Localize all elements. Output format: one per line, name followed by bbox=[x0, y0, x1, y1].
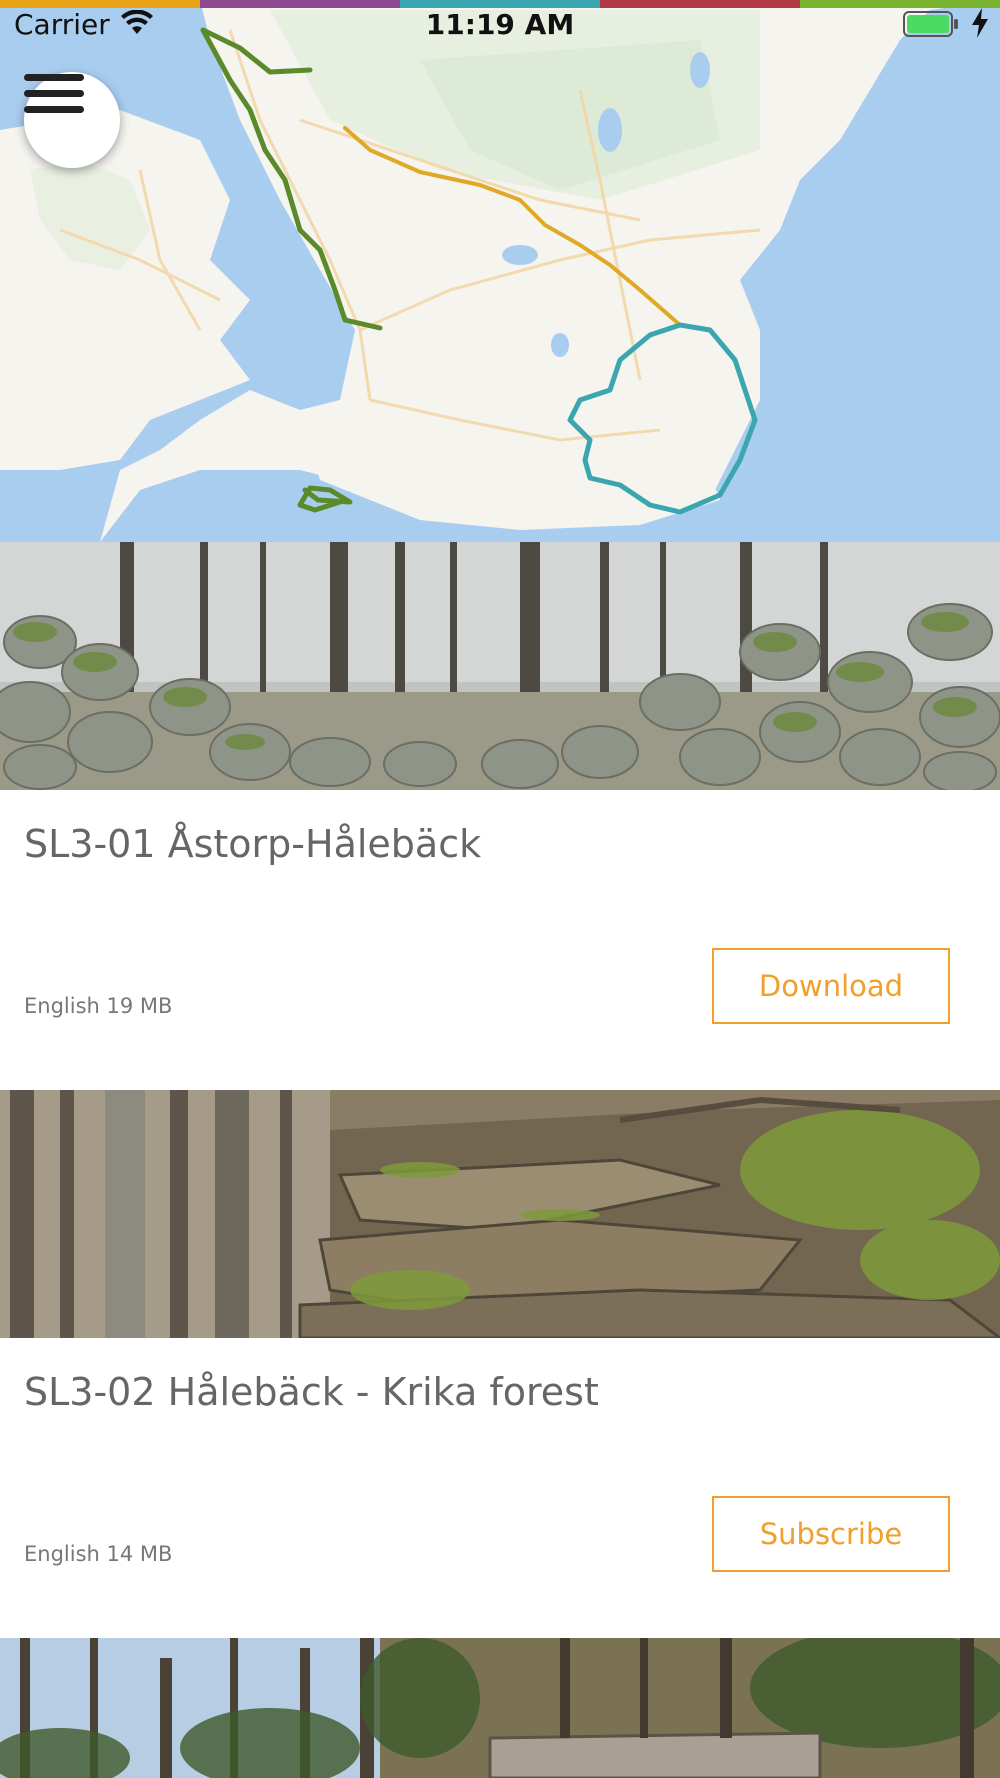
subscribe-button[interactable]: Subscribe bbox=[712, 1496, 950, 1572]
hamburger-menu-icon bbox=[24, 74, 84, 113]
map-canvas bbox=[0, 0, 1000, 542]
trail-meta: English 19 MB bbox=[24, 994, 173, 1018]
trail-meta: English 14 MB bbox=[24, 1542, 173, 1566]
trail-photo bbox=[0, 1638, 1000, 1778]
battery-icon bbox=[903, 11, 958, 37]
map-view[interactable] bbox=[0, 0, 1000, 542]
download-button[interactable]: Download bbox=[712, 948, 950, 1024]
trail-photo bbox=[0, 542, 1000, 790]
trail-image-stone-wall[interactable] bbox=[0, 542, 1000, 790]
trail-title[interactable]: SL3-01 Åstorp-Hålebäck bbox=[24, 822, 481, 866]
trail-image-rock-steps[interactable] bbox=[0, 1090, 1000, 1338]
trail-title[interactable]: SL3-02 Hålebäck - Krika forest bbox=[24, 1370, 599, 1414]
menu-button[interactable] bbox=[24, 72, 120, 168]
trail-image-forest-cliff[interactable] bbox=[0, 1638, 1000, 1778]
status-bar: Carrier 11:19 AM bbox=[0, 0, 1000, 50]
trail-photo bbox=[0, 1090, 1000, 1338]
status-time: 11:19 AM bbox=[425, 8, 575, 41]
charging-bolt-icon bbox=[972, 8, 988, 38]
